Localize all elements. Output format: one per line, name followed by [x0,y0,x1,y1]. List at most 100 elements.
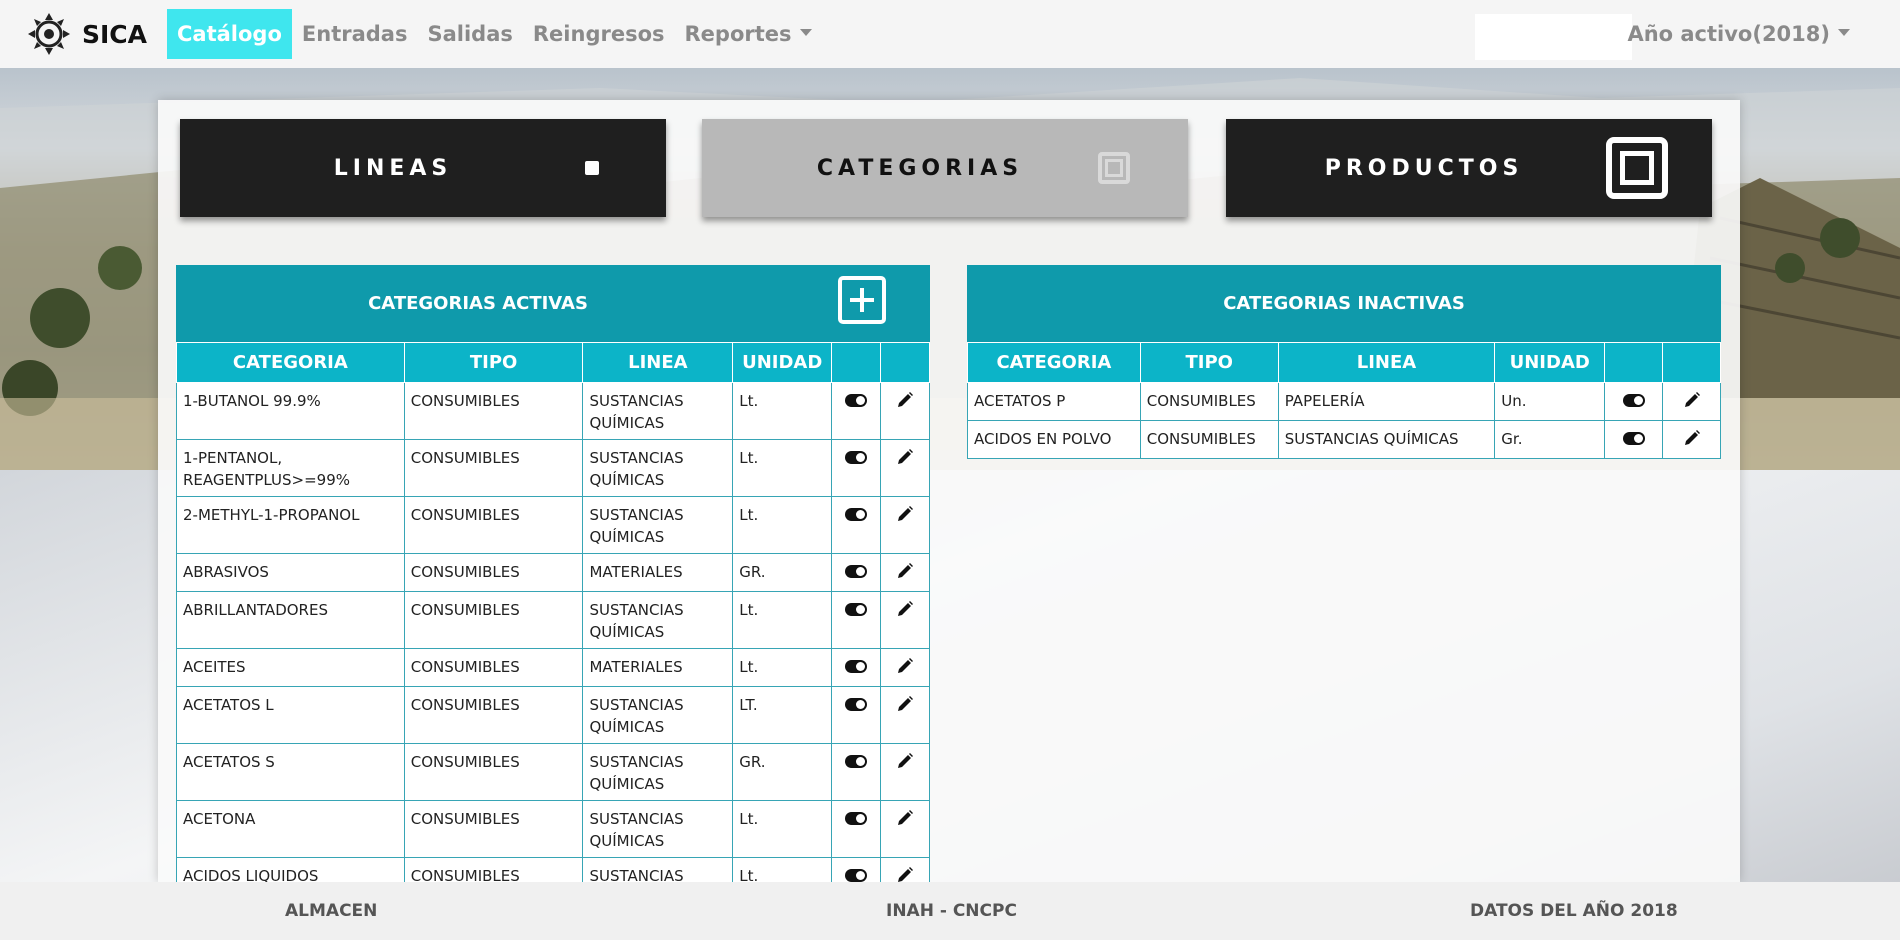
cell-linea: SUSTANCIAS QUÍMICAS [582,686,734,744]
footer-right: DATOS DEL AÑO 2018 [1470,901,1678,921]
pencil-icon[interactable] [896,391,914,409]
categorias-button[interactable]: CATEGORIAS [702,119,1188,217]
pencil-icon[interactable] [896,809,914,827]
toggle-on-icon[interactable] [845,451,868,464]
pencil-icon[interactable] [896,562,914,580]
table-row: 2-METHYL-1-PROPANOL CONSUMIBLES SUSTANCIAS… [176,496,930,554]
table-row: ACETATOS L CONSUMIBLES SUSTANCIAS QUÍMICAS… [176,686,930,744]
lineas-button-label: LINEAS [333,155,453,181]
cell-unidad: Lt. [732,496,833,554]
navbar-blank-field[interactable] [1475,14,1632,60]
add-category-icon[interactable] [838,276,886,324]
cell-edit [1662,382,1721,421]
toggle-on-icon[interactable] [845,603,868,616]
active-categories-table: CATEGORIA TIPO LINEA UNIDAD 1-BUTANOL 99… [176,342,930,882]
table-row: ACETATOS P CONSUMIBLES PAPELERÍA Un. [967,382,1721,421]
square-small-icon [585,161,599,175]
table-row: ACETATOS S CONSUMIBLES SUSTANCIAS QUÍMICAS… [176,743,930,801]
cell-cat: 2-METHYL-1-PROPANOL [176,496,405,554]
lineas-button[interactable]: LINEAS [180,119,666,217]
pencil-icon[interactable] [896,866,914,882]
pencil-icon[interactable] [896,752,914,770]
pencil-icon[interactable] [1683,391,1701,409]
nav-entradas[interactable]: Entradas [292,9,418,59]
cell-edit [880,800,930,858]
table-row: 1-PENTANOL, REAGENTPLUS>=99% CONSUMIBLES S… [176,439,930,497]
nav-catalogo[interactable]: Catálogo [167,9,292,59]
cell-edit [880,553,930,592]
pencil-icon[interactable] [896,505,914,523]
toggle-on-icon[interactable] [845,394,868,407]
cell-edit [880,439,930,497]
cell-unidad: Lt. [732,591,833,649]
square-outline-icon [1098,152,1130,184]
active-categories-header: CATEGORIAS ACTIVAS [176,265,930,342]
column-header-edit [1662,342,1721,383]
active-table-wrapper: CATEGORIA TIPO LINEA UNIDAD 1-BUTANOL 99… [176,342,930,882]
cell-linea: SUSTANCIAS QUÍMICAS [582,800,734,858]
cell-unidad: GR. [732,743,833,801]
cell-toggle [831,439,882,497]
toggle-on-icon[interactable] [845,565,868,578]
column-header-linea[interactable]: LINEA [582,342,734,383]
toggle-on-icon[interactable] [845,755,868,768]
cell-tipo: CONSUMIBLES [403,686,584,744]
cell-edit [880,686,930,744]
year-dropdown-label: Año activo(2018) [1627,22,1830,46]
brand-name: SICA [82,19,148,49]
year-dropdown[interactable]: Año activo(2018) [1617,9,1860,59]
pencil-icon[interactable] [1683,429,1701,447]
pencil-icon[interactable] [896,695,914,713]
cell-cat: ACETATOS L [176,686,405,744]
cell-unidad: Lt. [732,800,833,858]
nav-salidas[interactable]: Salidas [417,9,522,59]
column-header-unidad[interactable]: UNIDAD [732,342,833,383]
cell-toggle [831,496,882,554]
cell-linea: SUSTANCIAS QUÍMICAS [1277,420,1496,459]
cell-edit [880,743,930,801]
productos-button-label: PRODUCTOS [1324,155,1524,181]
cell-tipo: CONSUMIBLES [1139,420,1279,459]
toggle-on-icon[interactable] [845,698,868,711]
toggle-on-icon[interactable] [845,508,868,521]
cell-toggle [831,648,882,687]
cell-unidad: Un. [1494,382,1606,421]
nav-reportes[interactable]: Reportes [675,9,822,59]
cell-cat: 1-BUTANOL 99.9% [176,382,405,440]
footer: ALMACEN INAH - CNCPC DATOS DEL AÑO 2018 [0,882,1900,940]
cell-edit [880,591,930,649]
cell-cat: ABRASIVOS [176,553,405,592]
cell-linea: PAPELERÍA [1277,382,1496,421]
column-header-toggle [831,342,882,383]
column-header-categoria[interactable]: CATEGORIA [176,342,405,383]
cell-tipo: CONSUMIBLES [403,553,584,592]
column-header-tipo[interactable]: TIPO [403,342,584,383]
productos-button[interactable]: PRODUCTOS [1226,119,1712,217]
chevron-down-icon [799,28,812,36]
nav-reingresos[interactable]: Reingresos [523,9,675,59]
column-header-linea[interactable]: LINEA [1277,342,1496,383]
cell-unidad: Lt. [732,439,833,497]
cell-cat: ACETATOS P [967,382,1141,421]
brand[interactable]: SICA [24,9,147,59]
pencil-icon[interactable] [896,657,914,675]
cell-edit [1662,420,1721,459]
toggle-on-icon[interactable] [845,869,868,882]
nav-reportes-label: Reportes [684,22,792,46]
column-header-toggle [1604,342,1664,383]
pencil-icon[interactable] [896,448,914,466]
cell-unidad: Gr. [1494,420,1606,459]
cell-tipo: CONSUMIBLES [403,857,584,882]
footer-center: INAH - CNCPC [886,901,1017,921]
pencil-icon[interactable] [896,600,914,618]
column-header-tipo[interactable]: TIPO [1139,342,1279,383]
toggle-on-icon[interactable] [845,660,868,673]
active-categories-title: CATEGORIAS ACTIVAS [368,293,588,314]
cell-linea: MATERIALES [582,553,734,592]
toggle-on-icon[interactable] [1622,432,1645,445]
toggle-on-icon[interactable] [845,812,868,825]
column-header-categoria[interactable]: CATEGORIA [967,342,1141,383]
column-header-unidad[interactable]: UNIDAD [1494,342,1606,383]
toggle-on-icon[interactable] [1622,394,1645,407]
cell-linea: SUSTANCIAS QUÍMICAS [582,857,734,882]
